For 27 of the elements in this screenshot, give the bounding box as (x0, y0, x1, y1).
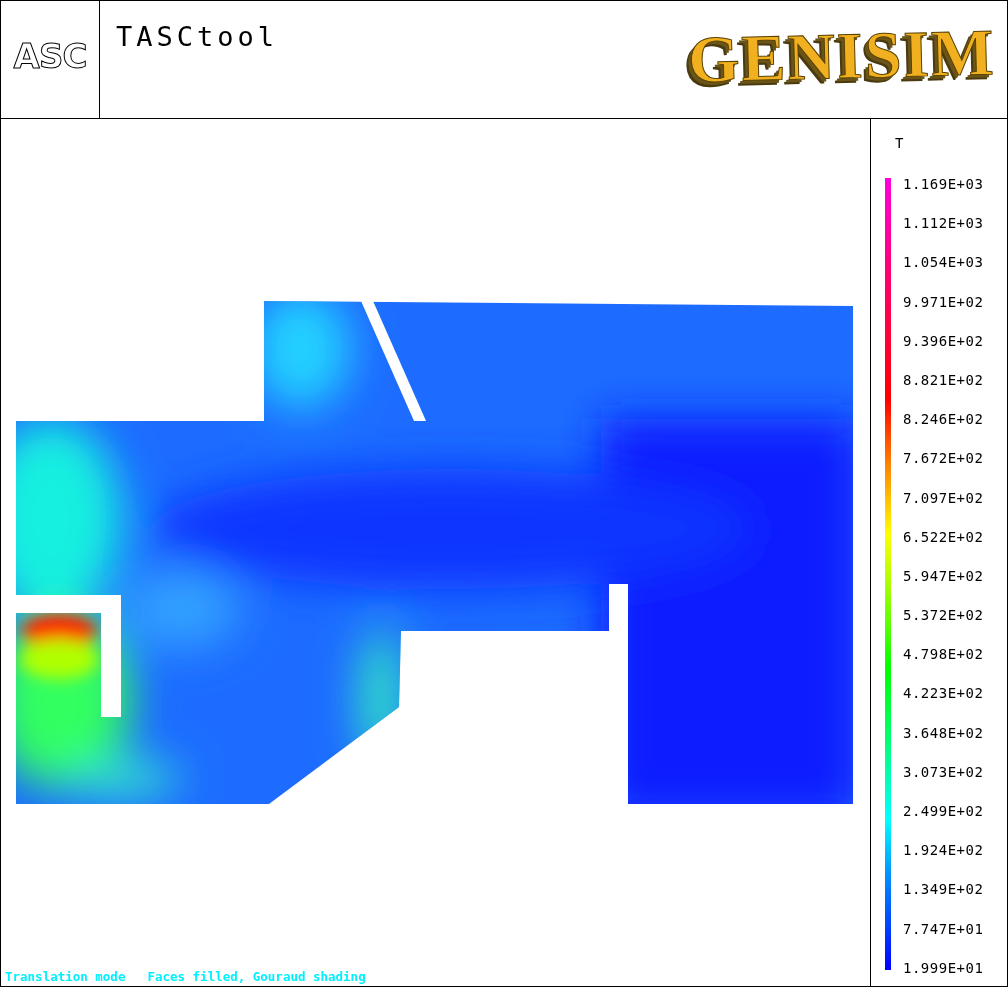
legend-value: 6.522E+02 (903, 528, 984, 545)
app-title: TASCtool (116, 23, 279, 50)
legend-value: 1.349E+02 (903, 881, 984, 898)
legend-value: 9.971E+02 (903, 293, 984, 310)
legend-value: 3.648E+02 (903, 724, 984, 741)
legend-value: 8.821E+02 (903, 371, 984, 388)
legend-value: 1.112E+03 (903, 215, 984, 232)
legend-value: 1.169E+03 (903, 176, 984, 192)
legend-value: 5.947E+02 (903, 567, 984, 584)
legend-value: 1.999E+01 (903, 959, 984, 976)
legend-value: 4.798E+02 (903, 646, 984, 663)
legend-value: 4.223E+02 (903, 685, 984, 702)
legend-value: 7.097E+02 (903, 489, 984, 506)
legend-value: 3.073E+02 (903, 763, 984, 780)
brand-logo: GENISIM (686, 19, 996, 93)
legend-value: 7.672E+02 (903, 450, 984, 467)
legend-value: 8.246E+02 (903, 411, 984, 428)
legend-title: T (895, 134, 905, 152)
legend-value: 7.747E+01 (903, 920, 984, 937)
legend-value: 5.372E+02 (903, 607, 984, 624)
legend-value: 1.924E+02 (903, 842, 984, 859)
status-mode: Translation mode (5, 969, 126, 985)
legend-value: 1.054E+03 (903, 254, 984, 271)
status-render: Faces filled, Gouraud shading (147, 969, 366, 985)
legend-value: 9.396E+02 (903, 332, 984, 349)
legend-value: 2.499E+02 (903, 803, 984, 819)
logo: ASC (13, 38, 87, 73)
